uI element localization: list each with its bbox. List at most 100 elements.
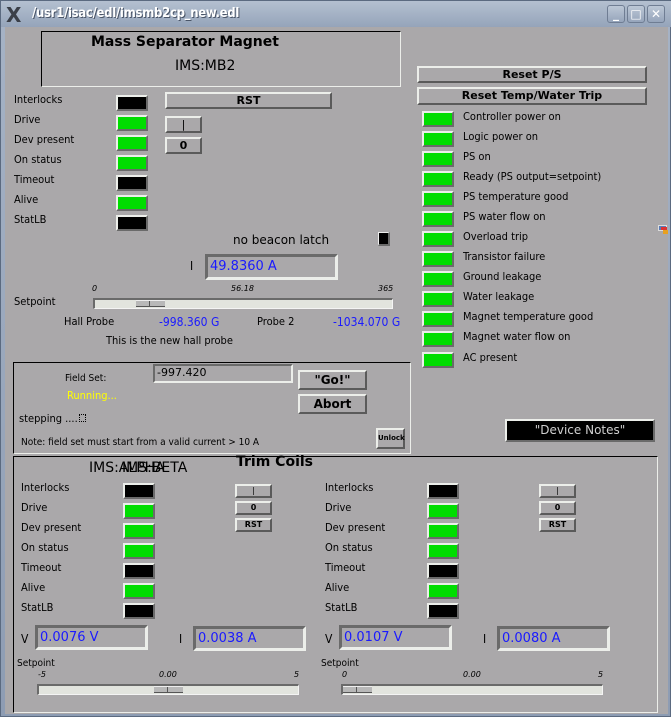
setpoint-slider[interactable] (93, 298, 393, 309)
rst-label: RST (236, 94, 261, 107)
reset-ps-button[interactable]: Reset P/S (417, 66, 647, 83)
stepping-label: stepping .... (19, 412, 86, 425)
stepping-text: stepping .... (19, 412, 78, 425)
reset-temp-water-button[interactable]: Reset Temp/Water Trip (417, 87, 647, 105)
probe2-value: -1034.070 G (333, 315, 401, 329)
ims-alpha-led-alive (123, 583, 155, 599)
probe-note: This is the new hall probe (106, 334, 233, 347)
ps-led-ps-temperature-good (422, 191, 454, 207)
running-status: Running... (67, 389, 117, 402)
ims-alpha-voltage-readout: 0.0076 V (35, 625, 148, 650)
stepping-indicator-icon (78, 414, 86, 422)
abort-button[interactable]: Abort (298, 394, 367, 414)
network-computer-icon[interactable] (658, 225, 668, 236)
ps-label-water-leakage: Water leakage (463, 290, 535, 303)
hall-probe-value: -998.360 G (159, 315, 220, 329)
ims-alpha-on-label: | (252, 486, 255, 495)
ims-alpha-led-timeout (123, 563, 155, 579)
minimize-icon: _ (613, 7, 619, 21)
ims-alpha-led-dev-present (123, 523, 155, 539)
status-led-alive (116, 195, 148, 211)
ims-beta-setpoint-label: Setpoint (321, 658, 359, 669)
close-button[interactable]: ✕ (647, 5, 665, 23)
ims-beta-setpoint-slider-thumb[interactable] (343, 686, 372, 693)
minimize-button[interactable]: _ (607, 5, 625, 23)
ps-label-logic-power-on: Logic power on (463, 130, 539, 143)
unlock-button[interactable]: Unlock (376, 428, 405, 449)
ims-beta-voltage-value: 0.0107 V (344, 630, 403, 645)
probe2-label: Probe 2 (257, 315, 295, 328)
on-label: | (181, 118, 186, 131)
ims-beta-off-button[interactable]: 0 (539, 501, 576, 515)
ims-beta-setpoint-slider[interactable] (341, 684, 603, 695)
ps-led-magnet-water-flow-on (422, 331, 454, 347)
hall-probe-label: Hall Probe (64, 315, 115, 328)
status-label-dev-present: Dev present (14, 133, 75, 146)
rst-button[interactable]: RST (165, 92, 332, 109)
current-readout: 49.8360 A (205, 254, 338, 280)
ims-alpha-setpoint-slider-thumb[interactable] (154, 686, 183, 693)
reset-temp-water-label: Reset Temp/Water Trip (461, 89, 603, 102)
close-icon: ✕ (650, 7, 662, 21)
ims-beta-on-label: | (556, 486, 559, 495)
status-led-drive (116, 115, 148, 131)
ps-label-ps-temperature-good: PS temperature good (463, 190, 569, 203)
ims-alpha-off-button[interactable]: 0 (235, 501, 272, 515)
ps-label-controller-power-on: Controller power on (463, 110, 561, 123)
ps-label-ground-leakage: Ground leakage (463, 270, 542, 283)
ims-alpha-rst-label: RST (244, 520, 263, 529)
maximize-button[interactable]: □ (627, 5, 645, 23)
device-name: IMS:MB2 (175, 58, 236, 74)
ims-alpha-setpoint-slider[interactable] (37, 684, 299, 695)
setpoint-slider-thumb[interactable] (136, 300, 165, 307)
ps-led-overload-trip (422, 231, 454, 247)
ims-beta-led-on-status (427, 543, 459, 559)
header-title: Mass Separator Magnet (91, 34, 279, 50)
status-label-drive: Drive (14, 113, 41, 126)
ims-alpha-on-button[interactable]: | (235, 484, 272, 498)
ims-alpha-off-label: 0 (250, 503, 257, 512)
status-led-timeout (116, 175, 148, 191)
ps-label-ps-on: PS on (463, 150, 491, 163)
setpoint-min: 0 (92, 284, 98, 293)
ims-alpha-label-timeout: Timeout (21, 561, 62, 574)
ims-alpha-rst-button[interactable]: RST (235, 518, 272, 532)
ims-beta-label-interlocks: Interlocks (325, 481, 374, 494)
ps-led-ready-ps-output-setpoint (422, 171, 454, 187)
ps-led-water-leakage (422, 291, 454, 307)
ims-beta-led-statlb (427, 603, 459, 619)
ims-alpha-led-interlocks (123, 483, 155, 499)
ims-beta-rst-button[interactable]: RST (539, 518, 576, 532)
device-notes-button[interactable]: "Device Notes" (505, 419, 655, 442)
on-button[interactable]: | (165, 116, 202, 133)
go-button[interactable]: "Go!" (298, 370, 367, 390)
ims-beta-setpoint-max: 5 (598, 670, 604, 679)
ps-led-ps-on (422, 151, 454, 167)
status-led-dev-present (116, 135, 148, 151)
setpoint-label: Setpoint (14, 295, 56, 308)
ims-beta-led-dev-present (427, 523, 459, 539)
ps-led-logic-power-on (422, 131, 454, 147)
trim-coils-title: Trim Coils (236, 454, 313, 470)
ims-alpha-current-readout: 0.0038 A (193, 626, 306, 651)
status-label-interlocks: Interlocks (14, 93, 63, 106)
device-notes-label: "Device Notes" (534, 423, 626, 437)
title-bar[interactable]: X /usr1/isac/edl/imsmb2cp_new.edl _ □ ✕ (1, 1, 671, 27)
field-set-label: Field Set: (65, 373, 107, 384)
ims-beta-off-label: 0 (554, 503, 561, 512)
ims-beta-label-dev-present: Dev present (325, 521, 386, 534)
ps-led-ground-leakage (422, 271, 454, 287)
off-button[interactable]: 0 (165, 137, 202, 154)
ps-label-ac-present: AC present (463, 351, 518, 364)
status-led-statlb (116, 215, 148, 231)
ims-beta-current-readout: 0.0080 A (497, 626, 610, 651)
field-set-input[interactable]: -997.420 (153, 364, 293, 383)
ps-label-overload-trip: Overload trip (463, 230, 529, 243)
ims-beta-v-label: V (325, 632, 333, 646)
ims-beta-on-button[interactable]: | (539, 484, 576, 498)
ims-alpha-label-on-status: On status (21, 541, 69, 554)
beacon-indicator[interactable] (378, 232, 390, 246)
ps-label-magnet-water-flow-on: Magnet water flow on (463, 330, 571, 343)
ims-beta-label-alive: Alive (325, 581, 350, 594)
status-led-on-status (116, 155, 148, 171)
